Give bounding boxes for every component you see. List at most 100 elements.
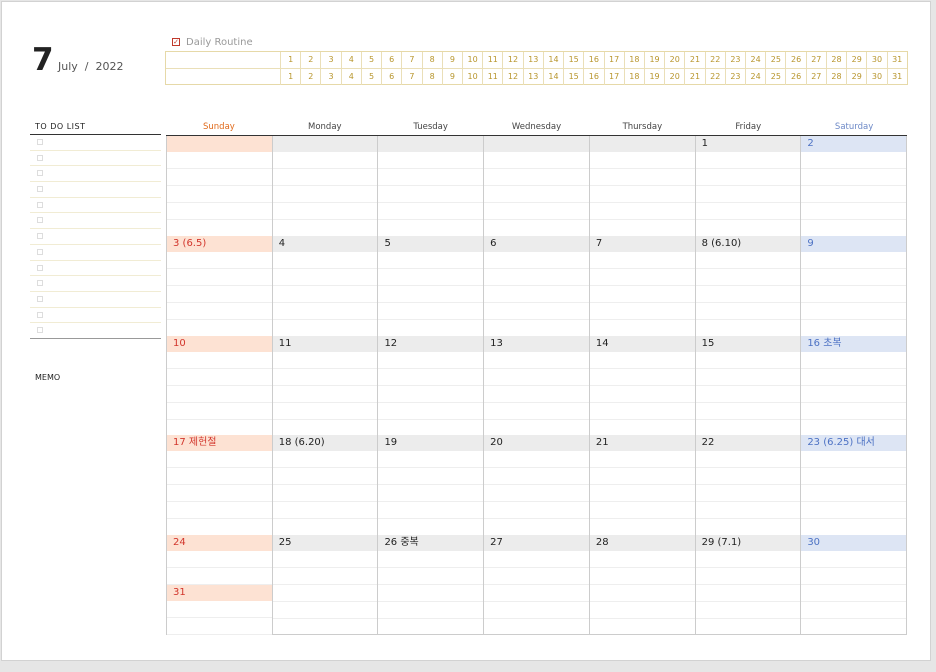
routine-day-cell[interactable]: 10: [463, 52, 484, 68]
todo-item[interactable]: [30, 245, 161, 261]
routine-day-cell[interactable]: 31: [888, 69, 907, 85]
routine-day-cell[interactable]: 26: [786, 69, 807, 85]
day-notes-area[interactable]: [801, 251, 907, 336]
day-notes-area[interactable]: [272, 551, 378, 635]
day-notes-area[interactable]: [378, 251, 484, 336]
calendar-day-cell[interactable]: 4: [272, 235, 379, 336]
day-notes-area[interactable]: [272, 351, 378, 436]
routine-day-cell[interactable]: 12: [503, 52, 524, 68]
routine-day-cell[interactable]: 14: [544, 52, 565, 68]
routine-day-cell[interactable]: 26: [786, 52, 807, 68]
routine-day-cell[interactable]: 9: [443, 52, 463, 68]
todo-item[interactable]: [30, 151, 161, 167]
checkbox-icon[interactable]: [37, 233, 43, 240]
calendar-day-cell[interactable]: 15: [695, 335, 802, 436]
todo-item[interactable]: [30, 213, 161, 230]
calendar-day-cell[interactable]: 14: [589, 335, 696, 436]
checkbox-icon[interactable]: [37, 311, 43, 318]
calendar-day-cell[interactable]: 21: [589, 435, 696, 536]
day-notes-area[interactable]: [695, 152, 801, 236]
routine-day-cell[interactable]: 2: [301, 69, 322, 85]
calendar-day-cell[interactable]: 1: [695, 136, 802, 236]
todo-item[interactable]: [30, 229, 161, 245]
todo-item[interactable]: [30, 308, 161, 324]
routine-day-cell[interactable]: 8: [423, 52, 443, 68]
routine-day-cell[interactable]: 7: [402, 52, 423, 68]
calendar-day-cell[interactable]: 8 (6.10): [695, 235, 802, 336]
routine-day-cell[interactable]: 6: [382, 69, 403, 85]
calendar-day-cell[interactable]: 23 (6.25) 대서: [801, 435, 908, 536]
calendar-day-cell[interactable]: [589, 136, 696, 236]
routine-day-cell[interactable]: 30: [867, 69, 888, 85]
routine-day-cell[interactable]: 3: [321, 52, 342, 68]
routine-day-cell[interactable]: 20: [665, 69, 686, 85]
day-notes-area[interactable]: [378, 351, 484, 436]
routine-day-cell[interactable]: 21: [685, 52, 706, 68]
calendar-day-cell[interactable]: 25: [272, 535, 379, 635]
day-notes-area[interactable]: [167, 351, 272, 436]
routine-day-cell[interactable]: 27: [807, 52, 827, 68]
day-notes-area[interactable]: [589, 152, 695, 236]
checkbox-icon[interactable]: [37, 217, 43, 224]
checkbox-icon[interactable]: [37, 327, 43, 334]
calendar-day-cell[interactable]: 20: [484, 435, 590, 536]
routine-day-cell[interactable]: 8: [423, 69, 443, 85]
routine-day-cell[interactable]: 7: [402, 69, 423, 85]
calendar-day-cell[interactable]: 22: [695, 435, 802, 536]
routine-day-cell[interactable]: 17: [605, 52, 625, 68]
day-notes-area[interactable]: [801, 551, 907, 635]
routine-day-cell[interactable]: 12: [503, 69, 524, 85]
checkbox-icon[interactable]: [37, 186, 43, 193]
routine-day-cell[interactable]: 13: [524, 52, 544, 68]
routine-day-cell[interactable]: 22: [706, 69, 726, 85]
routine-day-cell[interactable]: 21: [685, 69, 706, 85]
calendar-day-cell[interactable]: 13: [484, 335, 590, 436]
routine-day-cell[interactable]: 2: [301, 52, 322, 68]
routine-day-cell[interactable]: 18: [625, 52, 645, 68]
calendar-day-cell[interactable]: 3 (6.5): [167, 235, 273, 336]
day-notes-area[interactable]: [167, 251, 272, 336]
routine-day-cell[interactable]: 15: [564, 69, 585, 85]
todo-item[interactable]: [30, 323, 161, 339]
calendar-day-cell[interactable]: [484, 136, 590, 236]
routine-day-cell[interactable]: 11: [483, 52, 504, 68]
day-notes-area[interactable]: [695, 451, 801, 536]
routine-day-cell[interactable]: 27: [807, 69, 827, 85]
day-notes-area[interactable]: [589, 351, 695, 436]
routine-day-cell[interactable]: 24: [746, 52, 767, 68]
day-notes-area[interactable]: [801, 451, 907, 536]
day-notes-area[interactable]: [378, 451, 484, 536]
checkbox-icon[interactable]: [37, 295, 43, 302]
day-notes-area[interactable]: [167, 551, 272, 586]
calendar-day-cell[interactable]: 12: [378, 335, 485, 436]
day-notes-area[interactable]: [695, 251, 801, 336]
checkbox-icon[interactable]: [37, 139, 43, 145]
routine-day-cell[interactable]: 25: [766, 69, 787, 85]
routine-day-cell[interactable]: 3: [321, 69, 342, 85]
checkbox-icon[interactable]: [37, 248, 43, 255]
routine-day-cell[interactable]: 23: [726, 69, 747, 85]
todo-item[interactable]: [30, 276, 161, 292]
routine-day-cell[interactable]: 16: [584, 52, 605, 68]
routine-day-cell[interactable]: 25: [766, 52, 787, 68]
calendar-day-cell[interactable]: [167, 136, 273, 236]
calendar-day-cell[interactable]: 10: [167, 335, 273, 436]
calendar-day-cell[interactable]: 17 제헌절: [167, 435, 273, 536]
day-notes-area[interactable]: [167, 451, 272, 536]
calendar-day-cell[interactable]: 28: [589, 535, 696, 635]
routine-day-cell[interactable]: 15: [564, 52, 585, 68]
routine-row-label[interactable]: [166, 69, 281, 85]
routine-day-cell[interactable]: 29: [847, 52, 868, 68]
routine-day-cell[interactable]: 13: [524, 69, 544, 85]
routine-day-cell[interactable]: 24: [746, 69, 767, 85]
calendar-day-cell[interactable]: 27: [484, 535, 590, 635]
day-notes-area[interactable]: [484, 551, 589, 635]
routine-day-cell[interactable]: 23: [726, 52, 747, 68]
checkbox-icon[interactable]: ✓: [172, 38, 180, 46]
day-notes-area[interactable]: [378, 551, 484, 635]
routine-day-cell[interactable]: 1: [281, 52, 302, 68]
calendar-day-cell[interactable]: 5: [378, 235, 485, 336]
routine-day-cell[interactable]: 16: [584, 69, 605, 85]
routine-day-cell[interactable]: 30: [867, 52, 888, 68]
day-notes-area[interactable]: [484, 451, 589, 536]
